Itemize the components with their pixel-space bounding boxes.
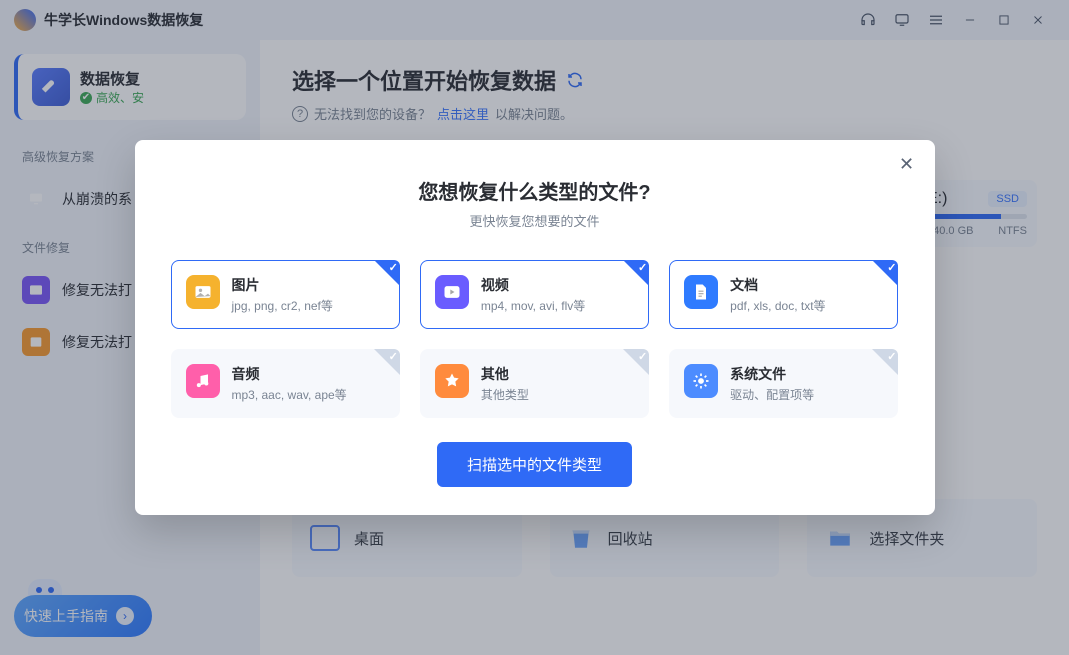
type-card-audio[interactable]: 音频 mp3, aac, wav, ape等 [171, 349, 400, 418]
check-corner-icon [374, 260, 400, 286]
scan-button[interactable]: 扫描选中的文件类型 [437, 442, 632, 487]
type-title: 系统文件 [730, 364, 814, 384]
type-title: 音频 [232, 364, 347, 384]
modal-close-button[interactable]: ✕ [893, 150, 921, 178]
type-card-other[interactable]: 其他其他类型 [420, 349, 649, 418]
type-card-doc[interactable]: 文档 pdf, xls, doc, txt等 [669, 260, 898, 329]
doc-icon [684, 275, 718, 309]
check-corner-icon [872, 260, 898, 286]
type-title: 图片 [232, 275, 333, 295]
audio-icon [186, 364, 220, 398]
type-card-system[interactable]: 系统文件驱动、配置项等 [669, 349, 898, 418]
other-icon [435, 364, 469, 398]
type-card-video[interactable]: 视频 mp4, mov, avi, flv等 [420, 260, 649, 329]
type-title: 视频 [481, 275, 585, 295]
image-icon [186, 275, 220, 309]
type-desc: mp3, aac, wav, ape等 [232, 386, 347, 403]
check-corner-icon [374, 349, 400, 375]
type-title: 其他 [481, 364, 529, 384]
type-title: 文档 [730, 275, 825, 295]
type-card-image[interactable]: 图片 jpg, png, cr2, nef等 [171, 260, 400, 329]
check-corner-icon [623, 349, 649, 375]
modal-overlay: ✕ 您想恢复什么类型的文件? 更快恢复您想要的文件 图片 jpg, png, cr… [0, 0, 1069, 655]
check-corner-icon [872, 349, 898, 375]
type-desc: 驱动、配置项等 [730, 386, 814, 403]
modal-title: 您想恢复什么类型的文件? [171, 176, 899, 205]
type-desc: jpg, png, cr2, nef等 [232, 297, 333, 314]
modal-subtitle: 更快恢复您想要的文件 [171, 211, 899, 230]
type-desc: 其他类型 [481, 386, 529, 403]
system-icon [684, 364, 718, 398]
video-icon [435, 275, 469, 309]
type-desc: pdf, xls, doc, txt等 [730, 297, 825, 314]
check-corner-icon [623, 260, 649, 286]
type-desc: mp4, mov, avi, flv等 [481, 297, 585, 314]
file-type-modal: ✕ 您想恢复什么类型的文件? 更快恢复您想要的文件 图片 jpg, png, cr… [135, 140, 935, 515]
